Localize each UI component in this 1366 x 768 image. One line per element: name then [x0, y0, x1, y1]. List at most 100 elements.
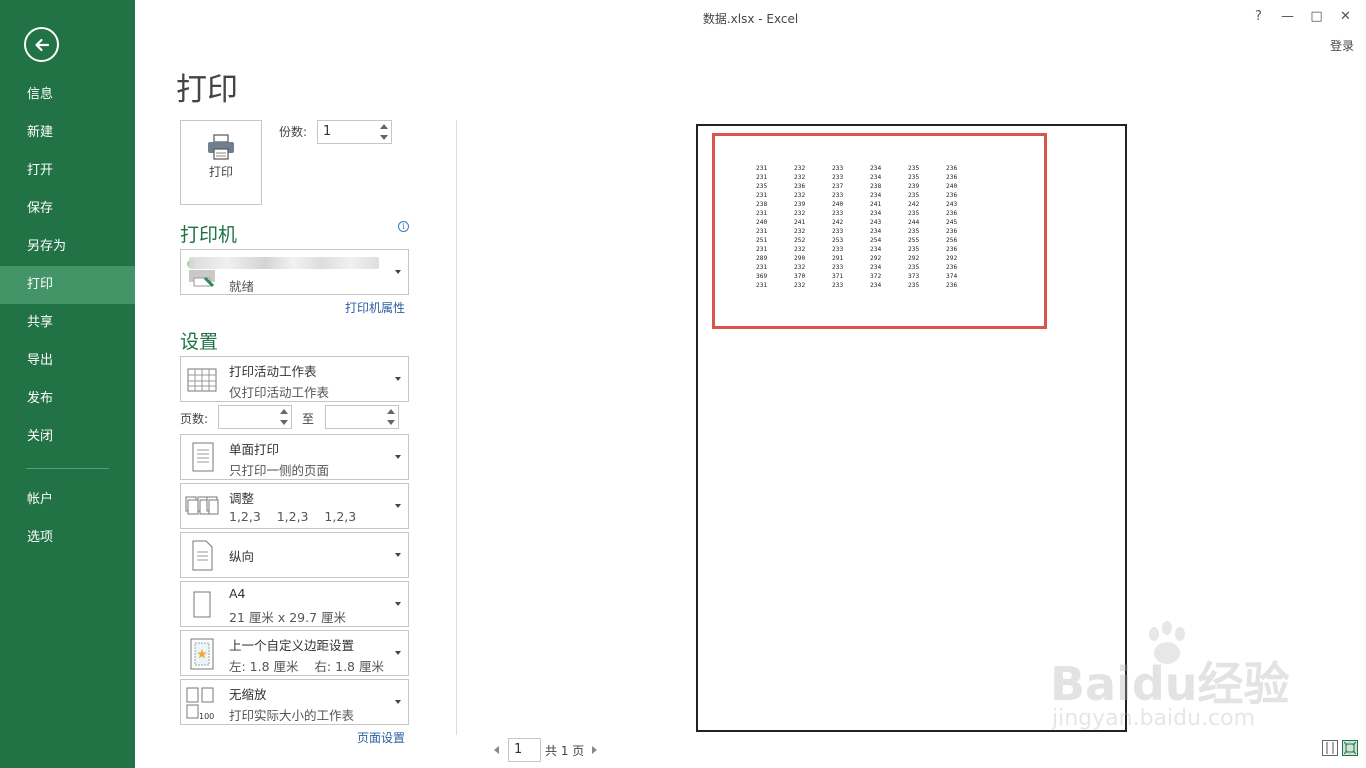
copies-stepper-arrows[interactable] [379, 122, 389, 142]
scaling-desc: 打印实际大小的工作表 [229, 708, 355, 723]
paper-size-dropdown[interactable]: A4 21 厘米 x 29.7 厘米 [180, 581, 409, 627]
table-row: 231 232 233 234 235 236 [756, 263, 984, 272]
paper-size-icon [185, 588, 219, 622]
sidebar-item-save[interactable]: 保存 [0, 190, 135, 228]
sidebar-item-print[interactable]: 打印 [0, 266, 135, 304]
login-link[interactable]: 登录 [1330, 37, 1354, 54]
collate-title: 调整 [229, 491, 255, 506]
restore-button[interactable]: □ [1302, 6, 1331, 26]
print-button[interactable]: 打印 [180, 120, 262, 205]
table-cell: 292 [870, 255, 882, 262]
copies-stepper[interactable]: 1 [317, 120, 392, 144]
printer-icon [208, 134, 234, 160]
sidebar-item-close[interactable]: 关闭 [0, 418, 135, 456]
paper-size-title: A4 [229, 586, 246, 601]
page-setup-link[interactable]: 页面设置 [357, 729, 405, 746]
table-cell: 240 [832, 201, 844, 208]
table-cell: 232 [794, 210, 806, 217]
pages-from-input[interactable] [218, 405, 292, 429]
table-cell: 236 [946, 228, 958, 235]
table-cell: 239 [794, 201, 806, 208]
table-cell: 236 [946, 282, 958, 289]
scaling-dropdown[interactable]: 100 无缩放 打印实际大小的工作表 [180, 679, 409, 725]
table-cell: 241 [870, 201, 882, 208]
portrait-page-icon [185, 539, 219, 573]
collate-icon [185, 490, 219, 524]
copies-label: 份数: [279, 125, 308, 139]
info-icon[interactable]: i [398, 221, 409, 232]
margins-title: 上一个自定义边距设置 [229, 638, 355, 653]
settings-heading: 设置 [180, 331, 219, 353]
arrow-left-icon [34, 38, 49, 51]
current-page-input[interactable]: 1 [508, 738, 541, 762]
sidebar-item-export[interactable]: 导出 [0, 342, 135, 380]
sidebar-item-options[interactable]: 选项 [0, 519, 135, 557]
print-sides-dropdown[interactable]: 单面打印 只打印一侧的页面 [180, 434, 409, 480]
printer-status: 就绪 [229, 279, 255, 294]
table-cell: 238 [870, 183, 882, 190]
table-cell: 373 [908, 273, 920, 280]
margins-dropdown[interactable]: 上一个自定义边距设置 左: 1.8 厘米 右: 1.8 厘米 [180, 630, 409, 676]
table-cell: 236 [946, 264, 958, 271]
pages-to-arrows[interactable] [386, 407, 396, 427]
sidebar-item-publish[interactable]: 发布 [0, 380, 135, 418]
pages-to-input[interactable] [325, 405, 399, 429]
printer-properties-link[interactable]: 打印机属性 [345, 299, 405, 316]
sidebar-item-save-as[interactable]: 另存为 [0, 228, 135, 266]
table-row: 235 236 237 238 239 240 [756, 182, 984, 191]
sidebar-item-account[interactable]: 帐户 [0, 481, 135, 519]
chevron-down-icon [395, 651, 401, 655]
table-cell: 236 [946, 246, 958, 253]
sidebar-item-open[interactable]: 打开 [0, 152, 135, 190]
pages-from-arrows[interactable] [279, 407, 289, 427]
chevron-down-icon [395, 377, 401, 381]
pages-to-label: 至 [302, 412, 315, 426]
orientation-dropdown[interactable]: 纵向 [180, 532, 409, 578]
stepper-up-icon[interactable] [380, 124, 388, 129]
no-scaling-icon: 100 [185, 686, 219, 720]
back-button[interactable] [24, 27, 59, 62]
sidebar-nav: 信息 新建 打开 保存 另存为 打印 共享 导出 发布 关闭 帐户 选项 [0, 76, 135, 557]
sidebar-divider [26, 468, 109, 469]
stepper-down-icon[interactable] [280, 420, 288, 425]
printer-dropdown[interactable]: 就绪 [180, 249, 409, 295]
table-cell: 243 [946, 201, 958, 208]
collate-dropdown[interactable]: 调整 1,2,3 1,2,3 1,2,3 [180, 483, 409, 529]
panel-divider [456, 120, 457, 735]
table-row: 240 241 242 243 244 245 [756, 218, 984, 227]
sidebar-item-share[interactable]: 共享 [0, 304, 135, 342]
table-cell: 369 [756, 273, 768, 280]
table-cell: 234 [870, 165, 882, 172]
print-button-label: 打印 [208, 165, 233, 179]
table-cell: 233 [832, 210, 844, 217]
show-margins-button[interactable] [1322, 740, 1338, 756]
table-cell: 235 [908, 210, 920, 217]
stepper-up-icon[interactable] [387, 409, 395, 414]
table-cell: 252 [794, 237, 806, 244]
table-cell: 232 [794, 165, 806, 172]
next-page-icon[interactable] [592, 746, 598, 754]
worksheet-grid-icon [185, 363, 219, 397]
prev-page-icon[interactable] [494, 746, 499, 754]
sidebar-item-info[interactable]: 信息 [0, 76, 135, 114]
margins-toggle-icon [1326, 742, 1334, 754]
table-cell: 253 [832, 237, 844, 244]
help-button[interactable]: ? [1244, 6, 1273, 26]
table-cell: 231 [756, 165, 768, 172]
stepper-down-icon[interactable] [387, 420, 395, 425]
table-cell: 242 [832, 219, 844, 226]
table-cell: 231 [756, 210, 768, 217]
margins-icon [185, 637, 219, 671]
zoom-to-page-button[interactable] [1342, 740, 1358, 756]
table-cell: 235 [908, 228, 920, 235]
preview-data-grid: 231 232 233 234 235 236 231 232 233 234 235 236 235 2… [756, 164, 984, 290]
table-row: 251 252 253 254 255 256 [756, 236, 984, 245]
print-scope-dropdown[interactable]: 打印活动工作表 仅打印活动工作表 [180, 356, 409, 402]
close-button[interactable]: ✕ [1331, 6, 1360, 26]
stepper-up-icon[interactable] [280, 409, 288, 414]
minimize-button[interactable]: — [1273, 6, 1302, 26]
table-row: 231 232 233 234 235 236 [756, 227, 984, 236]
stepper-down-icon[interactable] [380, 135, 388, 140]
sidebar-item-new[interactable]: 新建 [0, 114, 135, 152]
table-cell: 231 [756, 174, 768, 181]
